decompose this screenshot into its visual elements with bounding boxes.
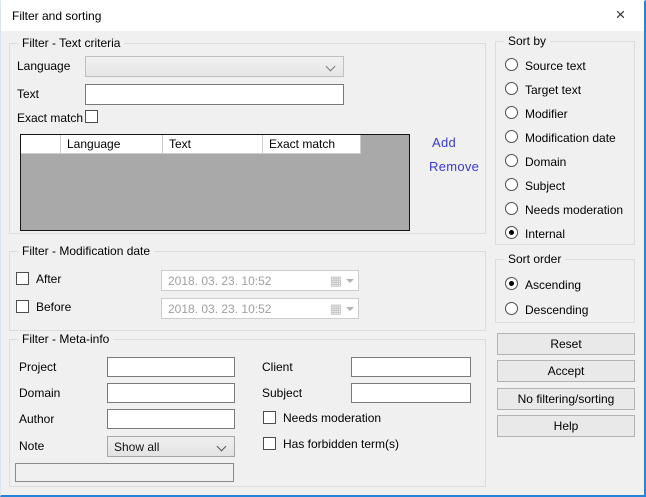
note-text-input-disabled bbox=[15, 463, 234, 482]
radio-internal-label: Internal bbox=[525, 227, 565, 241]
add-link[interactable]: Add bbox=[432, 135, 456, 150]
client-input[interactable] bbox=[351, 357, 471, 377]
after-date-picker: 2018. 03. 23. 10:52 ▦ bbox=[161, 270, 359, 291]
window-title: Filter and sorting bbox=[12, 9, 101, 23]
radio-source-text-label: Source text bbox=[525, 59, 586, 73]
before-date-value: 2018. 03. 23. 10:52 bbox=[168, 302, 271, 316]
radio-subject[interactable] bbox=[505, 178, 518, 191]
before-checkbox[interactable] bbox=[16, 300, 29, 313]
dropdown-arrow-icon bbox=[346, 307, 354, 311]
title-bar: Filter and sorting × bbox=[1, 1, 644, 31]
domain-input[interactable] bbox=[107, 383, 235, 403]
author-input[interactable] bbox=[107, 409, 235, 429]
needs-moderation-checkbox[interactable] bbox=[263, 411, 276, 424]
radio-domain[interactable] bbox=[505, 154, 518, 167]
note-label: Note bbox=[19, 439, 44, 453]
needs-moderation-label: Needs moderation bbox=[283, 411, 381, 425]
text-input[interactable] bbox=[85, 84, 344, 105]
chevron-down-icon bbox=[217, 442, 227, 452]
after-date-value: 2018. 03. 23. 10:52 bbox=[168, 274, 271, 288]
language-select bbox=[85, 56, 344, 77]
has-forbidden-label: Has forbidden term(s) bbox=[283, 437, 399, 451]
group-modification-date-title: Filter - Modification date bbox=[18, 244, 154, 258]
language-label: Language bbox=[17, 59, 70, 73]
radio-modification-date-label: Modification date bbox=[525, 131, 616, 145]
radio-modifier-label: Modifier bbox=[525, 107, 568, 121]
calendar-icon: ▦ bbox=[330, 273, 342, 288]
radio-modification-date[interactable] bbox=[505, 130, 518, 143]
no-filtering-sorting-button[interactable]: No filtering/sorting bbox=[497, 388, 635, 410]
radio-domain-label: Domain bbox=[525, 155, 566, 169]
domain-label: Domain bbox=[19, 386, 60, 400]
criteria-table[interactable]: Language Text Exact match bbox=[20, 134, 410, 231]
project-label: Project bbox=[19, 360, 56, 374]
group-text-criteria-title: Filter - Text criteria bbox=[18, 36, 124, 50]
close-button[interactable]: × bbox=[598, 1, 643, 30]
calendar-icon: ▦ bbox=[330, 301, 342, 316]
exact-match-checkbox[interactable] bbox=[85, 110, 98, 123]
column-header-exact-match: Exact match bbox=[263, 135, 361, 154]
radio-needs-moderation-label: Needs moderation bbox=[525, 203, 623, 217]
radio-descending-label: Descending bbox=[525, 303, 588, 317]
note-select[interactable]: Show all bbox=[107, 436, 235, 457]
help-button[interactable]: Help bbox=[497, 415, 635, 437]
radio-descending[interactable] bbox=[505, 302, 518, 315]
exact-match-label: Exact match bbox=[17, 111, 83, 125]
before-label: Before bbox=[36, 300, 71, 314]
column-header-language: Language bbox=[61, 135, 163, 154]
dropdown-arrow-icon bbox=[346, 279, 354, 283]
after-label: After bbox=[36, 272, 61, 286]
radio-source-text[interactable] bbox=[505, 58, 518, 71]
radio-ascending[interactable] bbox=[505, 277, 518, 290]
radio-target-text[interactable] bbox=[505, 82, 518, 95]
before-date-picker: 2018. 03. 23. 10:52 ▦ bbox=[161, 298, 359, 319]
group-sort-by-title: Sort by bbox=[504, 34, 550, 48]
radio-modifier[interactable] bbox=[505, 106, 518, 119]
chevron-down-icon bbox=[326, 62, 336, 72]
column-header-rowselector bbox=[21, 135, 61, 154]
radio-subject-label: Subject bbox=[525, 179, 565, 193]
group-modification-date: Filter - Modification date bbox=[9, 251, 486, 331]
radio-target-text-label: Target text bbox=[525, 83, 581, 97]
has-forbidden-checkbox[interactable] bbox=[263, 437, 276, 450]
group-meta-info-title: Filter - Meta-info bbox=[18, 332, 113, 346]
criteria-table-header: Language Text Exact match bbox=[21, 135, 361, 154]
project-input[interactable] bbox=[107, 357, 235, 377]
radio-ascending-label: Ascending bbox=[525, 278, 581, 292]
client-label: Client bbox=[262, 360, 293, 374]
filter-and-sorting-dialog: Filter and sorting × Filter - Text crite… bbox=[0, 0, 646, 497]
subject-input[interactable] bbox=[351, 383, 471, 403]
after-checkbox[interactable] bbox=[16, 272, 29, 285]
author-label: Author bbox=[19, 412, 54, 426]
close-icon: × bbox=[616, 5, 626, 24]
radio-needs-moderation[interactable] bbox=[505, 202, 518, 215]
subject-label: Subject bbox=[262, 386, 302, 400]
note-select-value: Show all bbox=[114, 440, 159, 454]
radio-internal[interactable] bbox=[505, 226, 518, 239]
group-sort-order-title: Sort order bbox=[504, 252, 565, 266]
reset-button[interactable]: Reset bbox=[497, 333, 635, 355]
accept-button[interactable]: Accept bbox=[497, 360, 635, 382]
text-label: Text bbox=[17, 87, 39, 101]
remove-link[interactable]: Remove bbox=[429, 159, 479, 174]
column-header-text: Text bbox=[163, 135, 263, 154]
